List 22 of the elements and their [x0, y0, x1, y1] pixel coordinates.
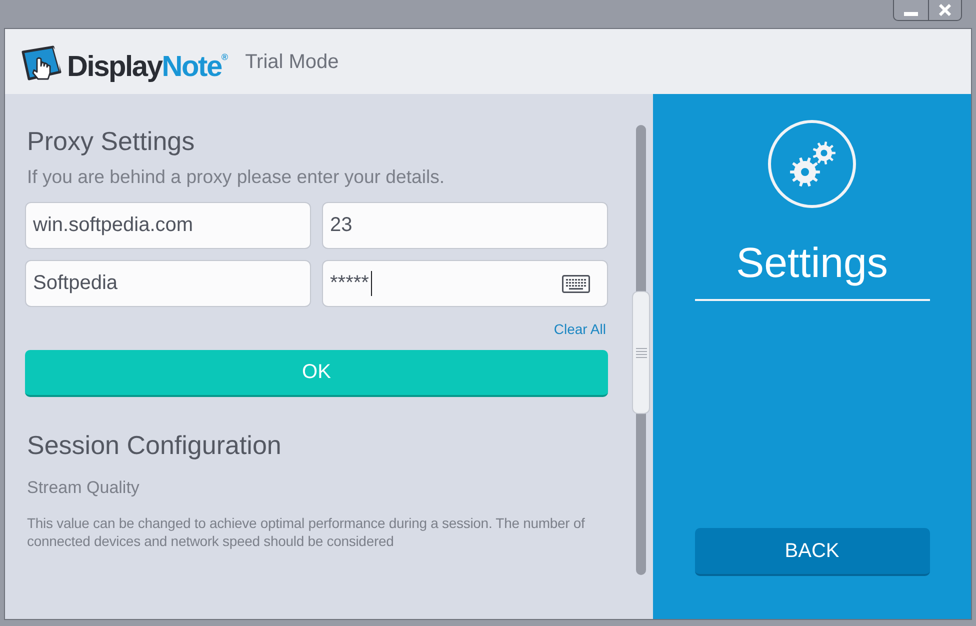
input-field[interactable]: Softpedia — [25, 260, 311, 307]
input-field[interactable]: win.softpedia.com — [25, 202, 311, 249]
back-button[interactable]: BACK — [694, 528, 930, 576]
setting-label: Stream Quality — [26, 478, 140, 498]
section-title: Session Configuration — [26, 430, 282, 460]
close-button[interactable] — [928, 0, 962, 21]
text-cursor-icon — [370, 271, 372, 296]
description-text: This value can be changed to achieve optimal performance during a session. The number of connected devices and network speed should be considered — [26, 514, 586, 550]
minimize-icon — [904, 12, 918, 16]
input-field[interactable]: 23 — [322, 202, 608, 249]
logo-wordmark: DisplayNote$^{®}$ — [67, 50, 228, 84]
settings-icon — [768, 120, 856, 208]
panel-title: Settings — [736, 238, 888, 288]
screen-pointer-icon — [20, 44, 64, 82]
close-icon — [939, 4, 951, 16]
section-title: Proxy Settings — [26, 126, 196, 156]
minimize-button[interactable] — [893, 0, 928, 21]
password-field[interactable]: ***** — [322, 260, 608, 307]
keyboard-icon[interactable] — [562, 274, 590, 292]
hint-text: If you are behind a proxy please enter your details. — [26, 166, 446, 188]
scrollbar-thumb[interactable] — [632, 291, 650, 414]
mode-label: Trial Mode — [245, 51, 339, 74]
